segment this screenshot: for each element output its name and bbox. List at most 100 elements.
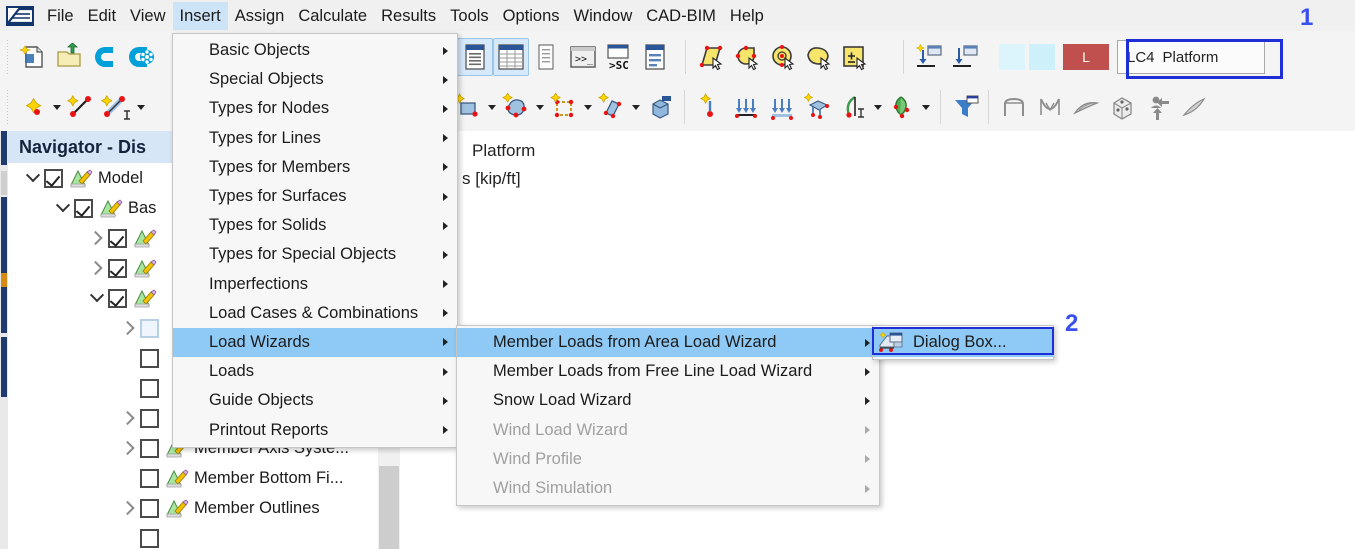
menu-item-types-for-members[interactable]: Types for Members (173, 153, 457, 182)
node-dropdown-caret[interactable] (51, 88, 63, 126)
toolbar-grip-2[interactable] (5, 90, 12, 124)
checkbox[interactable] (74, 198, 93, 218)
navigator-scrollbar-thumb[interactable] (379, 466, 399, 549)
tree-item-row-13[interactable] (8, 523, 400, 549)
menu-file[interactable]: File (40, 2, 81, 30)
checkbox[interactable] (140, 378, 159, 398)
vstrip-mark-5[interactable] (1, 287, 7, 333)
expand-arrow-right-icon[interactable] (118, 501, 140, 516)
checkbox[interactable] (140, 528, 159, 548)
load-marker-chip[interactable]: L (1063, 44, 1109, 70)
vstrip-mark-4[interactable] (1, 273, 7, 287)
table-info-icon[interactable] (637, 38, 673, 76)
menu-item-dialog-box[interactable]: Dialog Box... (873, 328, 1053, 358)
solid-block-icon[interactable] (642, 88, 678, 126)
solid-icon[interactable] (498, 88, 534, 126)
menu-window[interactable]: Window (567, 2, 640, 30)
opening-dropdown-caret[interactable] (582, 88, 594, 126)
color-chip-1[interactable] (999, 44, 1025, 70)
opening-icon[interactable] (546, 88, 582, 126)
menu-item-member-loads-from-area-load-wizard[interactable]: Member Loads from Area Load Wizard (457, 328, 879, 358)
expand-arrow-down-icon[interactable] (86, 291, 108, 306)
member-hinge-dropdown-caret[interactable] (872, 88, 884, 126)
member-support-icon[interactable] (764, 88, 800, 126)
menu-item-guide-objects[interactable]: Guide Objects (173, 386, 457, 415)
load-case-down-icon[interactable] (947, 38, 983, 76)
menu-item-imperfections[interactable]: Imperfections (173, 270, 457, 299)
menu-calculate[interactable]: Calculate (291, 2, 374, 30)
load-case-combo[interactable]: LC4 Platform (1117, 40, 1265, 74)
move-icon[interactable] (1140, 88, 1176, 126)
solid-dropdown-caret[interactable] (534, 88, 546, 126)
menu-item-loads[interactable]: Loads (173, 357, 457, 386)
expand-arrow-down-icon[interactable] (52, 201, 74, 216)
tree-item-member-bottom-fibers[interactable]: Member Bottom Fi... (8, 463, 400, 493)
tree-item-member-outlines[interactable]: Member Outlines (8, 493, 400, 523)
menu-assign[interactable]: Assign (228, 2, 292, 30)
expand-arrow-right-icon[interactable] (118, 411, 140, 426)
checkbox[interactable] (140, 318, 159, 338)
new-model-icon[interactable] (15, 38, 51, 76)
checkbox[interactable] (108, 258, 127, 278)
menu-tools[interactable]: Tools (443, 2, 496, 30)
select-box-icon[interactable] (837, 38, 873, 76)
command-prompt-icon[interactable]: >>_ (565, 38, 601, 76)
checkbox[interactable] (108, 288, 127, 308)
nodal-release-dropdown-caret[interactable] (920, 88, 932, 126)
node-icon[interactable] (15, 88, 51, 126)
select-free-icon[interactable] (801, 38, 837, 76)
member-dropdown-caret[interactable] (630, 88, 642, 126)
frame-icon[interactable] (996, 88, 1032, 126)
select-polygon-icon[interactable] (693, 38, 729, 76)
menu-item-types-for-nodes[interactable]: Types for Nodes (173, 94, 457, 123)
toolbar-grip[interactable] (5, 40, 12, 74)
color-chip-2[interactable] (1029, 44, 1055, 70)
nodal-support-icon[interactable] (692, 88, 728, 126)
vstrip-mark-1[interactable] (1, 131, 7, 165)
surface-dropdown-caret[interactable] (486, 88, 498, 126)
checkbox[interactable] (140, 498, 159, 518)
checkbox[interactable] (140, 348, 159, 368)
menu-item-load-cases-combinations[interactable]: Load Cases & Combinations (173, 299, 457, 328)
cloud-c-icon[interactable] (87, 38, 123, 76)
checkbox[interactable] (108, 228, 127, 248)
menu-item-printout-reports[interactable]: Printout Reports (173, 415, 457, 444)
expand-arrow-down-icon[interactable] (22, 171, 44, 186)
line-dropdown-caret[interactable] (135, 88, 147, 126)
expand-arrow-right-icon[interactable] (118, 321, 140, 336)
menu-item-snow-load-wizard[interactable]: Snow Load Wizard (457, 386, 879, 415)
menu-item-types-for-special-objects[interactable]: Types for Special Objects (173, 240, 457, 269)
select-circle-icon[interactable] (765, 38, 801, 76)
checkbox[interactable] (44, 168, 63, 188)
select-lasso-icon[interactable] (729, 38, 765, 76)
menu-cad-bim[interactable]: CAD-BIM (639, 2, 723, 30)
vstrip-mark-3[interactable] (1, 197, 7, 273)
checkbox[interactable] (140, 408, 159, 428)
checkbox[interactable] (140, 438, 159, 458)
cloud-network-icon[interactable] (123, 38, 159, 76)
table-list-icon[interactable] (457, 38, 493, 76)
line-icon[interactable] (63, 88, 99, 126)
menu-help[interactable]: Help (723, 2, 771, 30)
open-folder-icon[interactable] (51, 38, 87, 76)
script-sc-icon[interactable]: >SC (601, 38, 637, 76)
menu-results[interactable]: Results (374, 2, 443, 30)
surface-support-icon[interactable] (800, 88, 836, 126)
line-support-icon[interactable] (728, 88, 764, 126)
menu-item-types-for-lines[interactable]: Types for Lines (173, 124, 457, 153)
line-dimension-icon[interactable] (99, 88, 135, 126)
menu-item-special-objects[interactable]: Special Objects (173, 65, 457, 94)
cube-icon[interactable] (1104, 88, 1140, 126)
vstrip-mark-2[interactable] (1, 171, 7, 195)
vstrip-mark-6[interactable] (1, 337, 7, 397)
menu-options[interactable]: Options (496, 2, 567, 30)
shell-icon[interactable] (1068, 88, 1104, 126)
menu-edit[interactable]: Edit (81, 2, 123, 30)
nodal-release-icon[interactable] (884, 88, 920, 126)
member-icon[interactable] (594, 88, 630, 126)
new-load-case-icon[interactable] (911, 38, 947, 76)
menu-item-load-wizards[interactable]: Load Wizards (173, 327, 457, 358)
table-grid-icon[interactable] (493, 38, 529, 76)
menu-insert[interactable]: Insert (172, 1, 228, 30)
member-hinge-icon[interactable] (836, 88, 872, 126)
